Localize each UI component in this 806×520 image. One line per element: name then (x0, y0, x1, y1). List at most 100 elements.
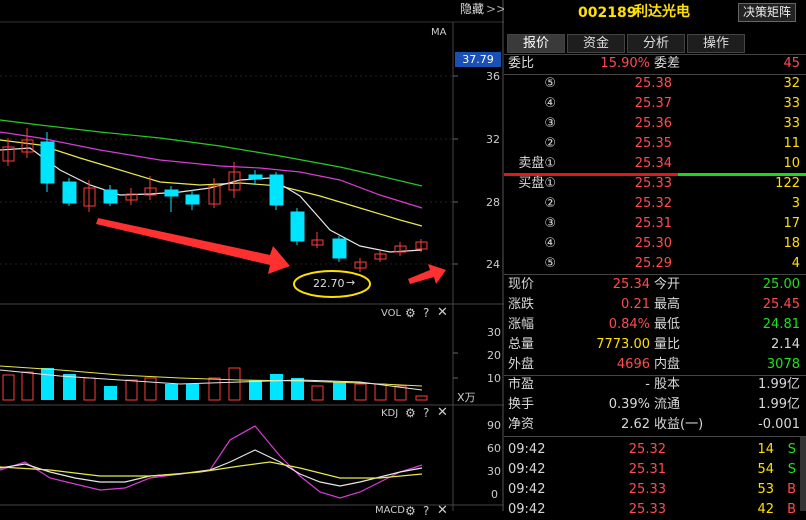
ask-price: 25.38 (634, 76, 672, 91)
help-icon[interactable]: ? (423, 307, 429, 319)
bid-price: 25.29 (634, 256, 672, 271)
trade-side: B (787, 482, 796, 497)
ask-volume: 33 (783, 116, 800, 131)
stat-row: 外盘 4696 内盘 3078 (504, 355, 806, 375)
stat-value: 25.00 (762, 277, 800, 292)
bid-volume: 18 (783, 236, 800, 251)
trade-row: 09:42 25.33 42 B (504, 500, 806, 520)
stat-label: 最高 (654, 297, 681, 312)
close-icon[interactable]: ✕ (437, 306, 448, 319)
trade-side: S (787, 442, 796, 457)
trade-time: 09:42 (508, 482, 546, 497)
bid-price: 25.31 (634, 216, 672, 231)
bid-price: 25.33 (634, 176, 672, 191)
stat-value: 25.34 (612, 277, 650, 292)
stat-value: 0.84% (608, 317, 650, 332)
ask-volume: 10 (783, 156, 800, 171)
ask-level: 卖盘① (518, 156, 556, 171)
bid-row[interactable]: ⑤ 25.29 4 (504, 254, 806, 274)
stat-value: 2.14 (771, 337, 800, 352)
ask-level: ② (544, 136, 556, 151)
kline-svg (0, 0, 504, 511)
gear-icon[interactable]: ⚙ (405, 307, 416, 319)
vol-tick: 10 (487, 372, 501, 385)
trade-price: 25.31 (628, 462, 666, 477)
ask-price: 25.34 (634, 156, 672, 171)
tab-quote[interactable]: 报价 (507, 34, 565, 53)
stat-label: 量比 (654, 337, 681, 352)
tab-operate[interactable]: 操作 (687, 34, 745, 53)
quote-panel: 002189 利达光电 决策矩阵 报价 资金 分析 操作 委比 15.90% 委… (504, 0, 806, 517)
ask-volume: 33 (783, 96, 800, 111)
ask-row[interactable]: ⑤ 25.38 32 (504, 74, 806, 94)
arrow-right-icon: → (346, 276, 356, 289)
stock-header: 002189 利达光电 决策矩阵 (504, 0, 806, 27)
ask-price: 25.37 (634, 96, 672, 111)
stat-label: 外盘 (508, 357, 535, 372)
stat-label: 涨跌 (508, 297, 535, 312)
bid-row[interactable]: ② 25.32 3 (504, 194, 806, 214)
trade-volume: 14 (757, 442, 774, 457)
bid-price: 25.32 (634, 196, 672, 211)
scrollbar[interactable] (800, 437, 806, 511)
ask-row[interactable]: ④ 25.37 33 (504, 94, 806, 114)
trade-side: B (787, 502, 796, 517)
stat-label: 最低 (654, 317, 681, 332)
price-tick: 32 (486, 133, 500, 146)
bid-row[interactable]: ③ 25.31 17 (504, 214, 806, 234)
ask-price: 25.35 (634, 136, 672, 151)
stat-row: 涨幅 0.84% 最低 24.81 (504, 315, 806, 335)
kdj-tick: 60 (487, 442, 501, 455)
up-trend-arrow (408, 264, 446, 284)
fund-label: 流通 (654, 397, 681, 412)
bid-volume: 3 (791, 196, 800, 211)
stat-label: 内盘 (654, 357, 681, 372)
bid-level: ③ (544, 216, 556, 231)
ask-level: ⑤ (544, 76, 556, 91)
kline-chart[interactable]: 隐藏 >> MA 37.79 36 32 28 24 22.70 → VOL ⚙… (0, 0, 506, 517)
stat-row: 总量 7773.00 量比 2.14 (504, 335, 806, 355)
low-price-label: 22.70 (313, 277, 345, 290)
gear-icon[interactable]: ⚙ (405, 407, 416, 419)
help-icon[interactable]: ? (423, 407, 429, 419)
close-icon[interactable]: ✕ (437, 406, 448, 419)
trade-row: 09:42 25.33 53 B (504, 480, 806, 500)
weibi-row: 委比 15.90% 委差 45 (504, 54, 806, 74)
price-tick: 36 (486, 70, 500, 83)
bid-volume: 4 (791, 256, 800, 271)
ask-level: ④ (544, 96, 556, 111)
ask-row[interactable]: 卖盘① 25.34 10 (504, 154, 806, 174)
stat-value: 24.81 (762, 317, 800, 332)
fund-value: 1.99亿 (758, 377, 800, 392)
price-tick: 28 (486, 196, 500, 209)
ask-row[interactable]: ③ 25.36 33 (504, 114, 806, 134)
bid-row[interactable]: ④ 25.30 18 (504, 234, 806, 254)
trade-row: 09:42 25.31 54 S (504, 460, 806, 480)
ma-label: MA (431, 27, 447, 38)
tab-analysis[interactable]: 分析 (627, 34, 685, 53)
trade-price: 25.33 (628, 482, 666, 497)
stock-name: 利达光电 (634, 4, 690, 20)
ask-row[interactable]: ② 25.35 11 (504, 134, 806, 154)
stat-label: 今开 (654, 277, 681, 292)
bid-row[interactable]: 买盘① 25.33 122 (504, 174, 806, 194)
stat-label: 总量 (508, 337, 535, 352)
vol-title: VOL (381, 308, 402, 319)
weibi-label: 委比 (508, 56, 535, 71)
volume-bars (0, 365, 428, 401)
fund-value: 1.99亿 (758, 397, 800, 412)
trade-time: 09:42 (508, 462, 546, 477)
kdj-tick: 30 (487, 465, 501, 478)
tab-funds[interactable]: 资金 (567, 34, 625, 53)
help-icon[interactable]: ? (423, 505, 429, 517)
bid-level: 买盘① (518, 176, 556, 191)
trade-time: 09:42 (508, 502, 546, 517)
stat-value: 3078 (766, 357, 800, 372)
stat-label: 现价 (508, 277, 535, 292)
current-price-tag: 37.79 (455, 52, 501, 67)
hide-button[interactable]: 隐藏 (460, 3, 484, 15)
gear-icon[interactable]: ⚙ (405, 505, 416, 517)
trade-volume: 42 (757, 502, 774, 517)
decision-matrix-button[interactable]: 决策矩阵 (738, 3, 796, 22)
stat-value: 0.21 (621, 297, 650, 312)
